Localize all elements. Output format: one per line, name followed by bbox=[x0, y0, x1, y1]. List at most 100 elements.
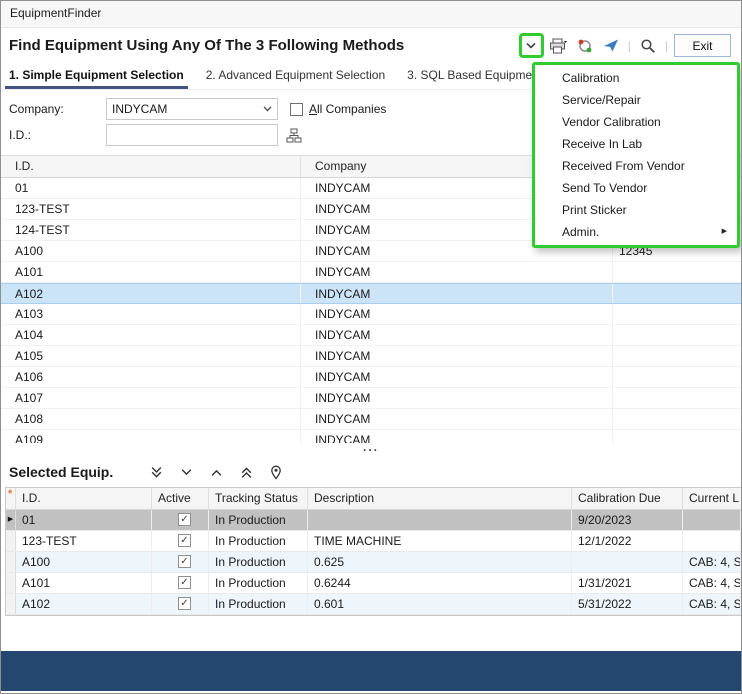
column-header-description[interactable]: Description bbox=[308, 488, 572, 509]
tab-simple-equipment-selection[interactable]: 1. Simple Equipment Selection bbox=[5, 63, 188, 89]
cell-current-location: CAB: 4, SH bbox=[683, 594, 741, 614]
cell-active: ✓ bbox=[152, 573, 209, 593]
results-table-row[interactable]: A104INDYCAM bbox=[1, 325, 741, 346]
column-header-id[interactable]: I.D. bbox=[1, 156, 301, 177]
app-window: EquipmentFinder Find Equipment Using Any… bbox=[0, 0, 742, 694]
menu-item-label: Received From Vendor bbox=[562, 155, 727, 177]
chevron-up-icon bbox=[210, 466, 223, 479]
id-lookup-button[interactable] bbox=[284, 125, 304, 145]
column-header-id[interactable]: I.D. bbox=[16, 488, 152, 509]
results-table-row[interactable]: A102INDYCAM bbox=[1, 283, 741, 304]
menu-item-receive-in-lab[interactable]: Receive In Lab bbox=[535, 133, 737, 155]
tab-advanced-equipment-selection[interactable]: 2. Advanced Equipment Selection bbox=[202, 63, 389, 89]
results-table-row[interactable]: A108INDYCAM bbox=[1, 409, 741, 430]
print-button[interactable] bbox=[548, 35, 570, 57]
cell-extra bbox=[613, 388, 741, 408]
move-down-button[interactable] bbox=[177, 463, 195, 481]
chevron-down-icon bbox=[180, 466, 193, 479]
selected-table-body: ▶01✓In Production9/20/2023123-TEST✓In Pr… bbox=[6, 510, 741, 615]
move-all-up-button[interactable] bbox=[237, 463, 255, 481]
cell-extra bbox=[613, 430, 741, 443]
search-icon bbox=[640, 38, 656, 54]
cell-id: 01 bbox=[16, 510, 152, 530]
window-title: EquipmentFinder bbox=[10, 6, 101, 20]
locate-button[interactable] bbox=[267, 463, 285, 481]
cell-id: A101 bbox=[16, 573, 152, 593]
row-marker bbox=[6, 594, 16, 614]
cell-id: A109 bbox=[1, 430, 301, 443]
company-combobox[interactable]: INDYCAM bbox=[106, 98, 278, 120]
cell-tracking-status: In Production bbox=[209, 573, 308, 593]
move-up-button[interactable] bbox=[207, 463, 225, 481]
row-marker bbox=[6, 531, 16, 551]
cell-active: ✓ bbox=[152, 594, 209, 614]
overflow-indicator[interactable]: ... bbox=[1, 443, 741, 457]
send-button[interactable] bbox=[600, 35, 622, 57]
column-header-tracking-status[interactable]: Tracking Status bbox=[209, 488, 308, 509]
cell-calibration-due: 5/31/2022 bbox=[572, 594, 683, 614]
results-table-row[interactable]: A107INDYCAM bbox=[1, 388, 741, 409]
results-table-row[interactable]: A105INDYCAM bbox=[1, 346, 741, 367]
menu-item-received-from-vendor[interactable]: Received From Vendor bbox=[535, 155, 737, 177]
column-header-current-location[interactable]: Current L bbox=[683, 488, 741, 509]
menu-item-label: Calibration bbox=[562, 67, 727, 89]
customize-button[interactable] bbox=[574, 35, 596, 57]
menu-item-label: Service/Repair bbox=[562, 89, 727, 111]
cell-id: A101 bbox=[1, 262, 301, 282]
selected-table-row[interactable]: 123-TEST✓In ProductionTIME MACHINE12/1/2… bbox=[6, 531, 741, 552]
row-marker-header: * bbox=[6, 488, 16, 509]
cell-company: INDYCAM bbox=[301, 388, 613, 408]
cell-extra bbox=[613, 346, 741, 366]
selected-table-row[interactable]: A100✓In Production0.625CAB: 4, SH bbox=[6, 552, 741, 573]
menu-item-send-to-vendor[interactable]: Send To Vendor bbox=[535, 177, 737, 199]
menu-item-service-repair[interactable]: Service/Repair bbox=[535, 89, 737, 111]
toolbar: | | Exit bbox=[519, 33, 731, 58]
actions-dropdown-button[interactable] bbox=[522, 36, 541, 55]
toolbar-separator: | bbox=[628, 39, 631, 53]
cell-tracking-status: In Production bbox=[209, 510, 308, 530]
cell-company: INDYCAM bbox=[301, 304, 613, 324]
active-checkbox[interactable]: ✓ bbox=[178, 576, 191, 589]
menu-item-admin[interactable]: Admin.▶ bbox=[535, 221, 737, 243]
cell-tracking-status: In Production bbox=[209, 552, 308, 572]
cell-id: 123-TEST bbox=[16, 531, 152, 551]
cell-company: INDYCAM bbox=[301, 325, 613, 345]
all-companies-checkbox[interactable] bbox=[290, 103, 303, 116]
row-marker bbox=[6, 552, 16, 572]
selected-table-row[interactable]: ▶01✓In Production9/20/2023 bbox=[6, 510, 741, 531]
cell-description: 0.601 bbox=[308, 594, 572, 614]
menu-item-vendor-calibration[interactable]: Vendor Calibration bbox=[535, 111, 737, 133]
active-checkbox[interactable]: ✓ bbox=[178, 534, 191, 547]
id-input[interactable] bbox=[106, 124, 278, 146]
menu-item-print-sticker[interactable]: Print Sticker bbox=[535, 199, 737, 221]
menu-item-calibration[interactable]: Calibration bbox=[535, 67, 737, 89]
double-chevron-down-icon bbox=[150, 466, 163, 479]
results-table-row[interactable]: A106INDYCAM bbox=[1, 367, 741, 388]
cell-current-location: CAB: 4, SH bbox=[683, 573, 741, 593]
cell-company: INDYCAM bbox=[301, 284, 613, 303]
active-checkbox[interactable]: ✓ bbox=[178, 555, 191, 568]
submenu-arrow-icon: ▶ bbox=[722, 221, 727, 243]
cell-id: A108 bbox=[1, 409, 301, 429]
active-checkbox[interactable]: ✓ bbox=[178, 513, 191, 526]
active-checkbox[interactable]: ✓ bbox=[178, 597, 191, 610]
selected-table-row[interactable]: A101✓In Production0.62441/31/2021CAB: 4,… bbox=[6, 573, 741, 594]
move-all-down-button[interactable] bbox=[147, 463, 165, 481]
cell-active: ✓ bbox=[152, 510, 209, 530]
results-table-row[interactable]: A101INDYCAM bbox=[1, 262, 741, 283]
customize-icon bbox=[577, 38, 593, 54]
exit-button[interactable]: Exit bbox=[674, 34, 731, 57]
column-header-active[interactable]: Active bbox=[152, 488, 209, 509]
results-table-row[interactable]: A103INDYCAM bbox=[1, 304, 741, 325]
cell-active: ✓ bbox=[152, 531, 209, 551]
search-button[interactable] bbox=[637, 35, 659, 57]
cell-description: 0.625 bbox=[308, 552, 572, 572]
cell-calibration-due bbox=[572, 552, 683, 572]
cell-active: ✓ bbox=[152, 552, 209, 572]
selected-table-row[interactable]: A102✓In Production0.6015/31/2022CAB: 4, … bbox=[6, 594, 741, 615]
cell-company: INDYCAM bbox=[301, 346, 613, 366]
cell-company: INDYCAM bbox=[301, 262, 613, 282]
cell-tracking-status: In Production bbox=[209, 531, 308, 551]
dropdown-menu: CalibrationService/RepairVendor Calibrat… bbox=[532, 62, 740, 248]
column-header-calibration-due[interactable]: Calibration Due bbox=[572, 488, 683, 509]
